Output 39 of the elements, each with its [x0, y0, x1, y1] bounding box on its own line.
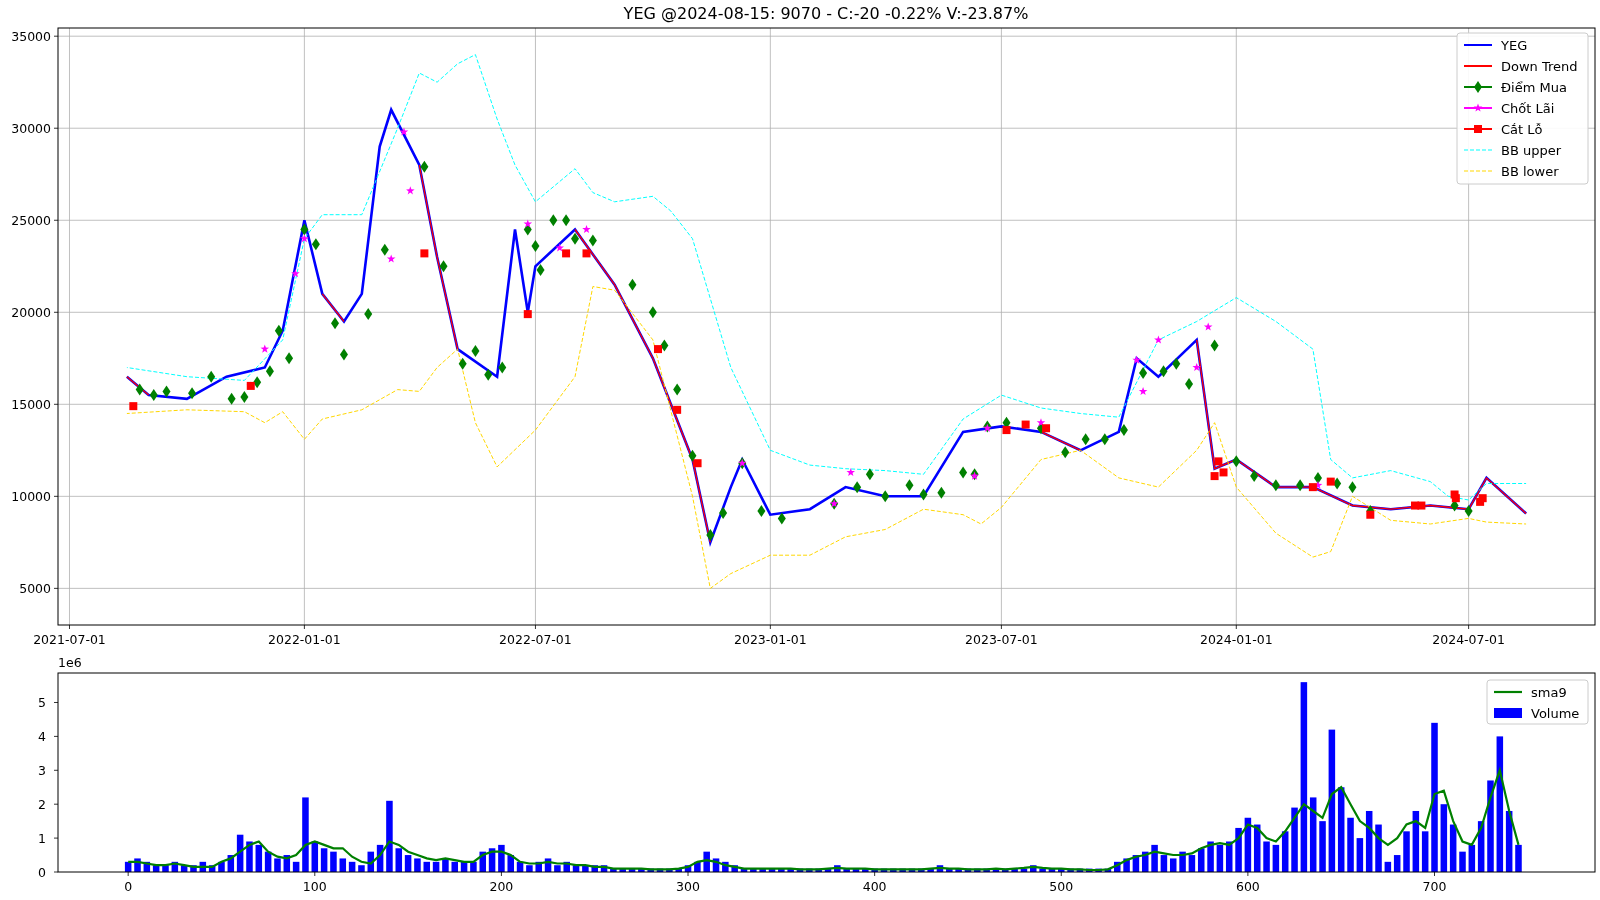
x-tick-label: 100 — [302, 879, 327, 894]
x-tick-label: 2023-01-01 — [734, 632, 807, 647]
y-tick-label: 0 — [38, 864, 46, 880]
y-tick-label: 2 — [38, 796, 46, 812]
y-tick-label: 20000 — [11, 304, 51, 320]
legend-label: Điểm Mua — [1501, 80, 1567, 95]
y-tick-label: 3 — [38, 762, 46, 778]
x-tick-label: 700 — [1422, 879, 1447, 894]
x-tick-label: 300 — [676, 879, 700, 894]
axis-offset-label: 1e6 — [58, 655, 82, 670]
legend-label: BB lower — [1501, 164, 1559, 179]
y-tick-label: 10000 — [11, 488, 51, 504]
y-tick-label: 5000 — [19, 580, 51, 596]
x-tick-label: 500 — [1049, 879, 1074, 894]
x-tick-label: 2022-07-01 — [499, 632, 572, 647]
x-tick-label: 2022-01-01 — [268, 632, 341, 647]
y-tick-label: 30000 — [11, 120, 51, 136]
legend-label: Volume — [1531, 706, 1580, 721]
legend-label: YEG — [1501, 38, 1528, 53]
legend-label: Chốt Lãi — [1501, 101, 1555, 116]
x-tick-label: 200 — [489, 879, 514, 894]
legend-label: Down Trend — [1501, 59, 1578, 74]
x-tick-label: 2021-07-01 — [33, 632, 106, 647]
y-tick-label: 35000 — [11, 28, 51, 44]
y-tick-label: 1 — [38, 830, 46, 846]
legend-label: BB upper — [1501, 143, 1562, 158]
x-tick-label: 2024-07-01 — [1432, 632, 1505, 647]
y-tick-label: 4 — [38, 728, 46, 744]
x-tick-label: 2024-01-01 — [1199, 632, 1273, 647]
x-tick-label: 2023-07-01 — [965, 632, 1038, 647]
y-tick-label: 15000 — [11, 396, 51, 412]
chart-title: YEG @2024-08-15: 9070 - C:-20 -0.22% V:-23.87% — [623, 4, 1029, 24]
x-tick-label: 0 — [124, 879, 133, 894]
x-tick-label: 400 — [862, 879, 887, 894]
legend-label: sma9 — [1531, 685, 1567, 700]
x-tick-label: 600 — [1235, 879, 1260, 894]
y-tick-label: 25000 — [11, 212, 51, 228]
y-tick-label: 5 — [38, 695, 46, 710]
legend-label: Cắt Lỗ — [1501, 122, 1543, 137]
